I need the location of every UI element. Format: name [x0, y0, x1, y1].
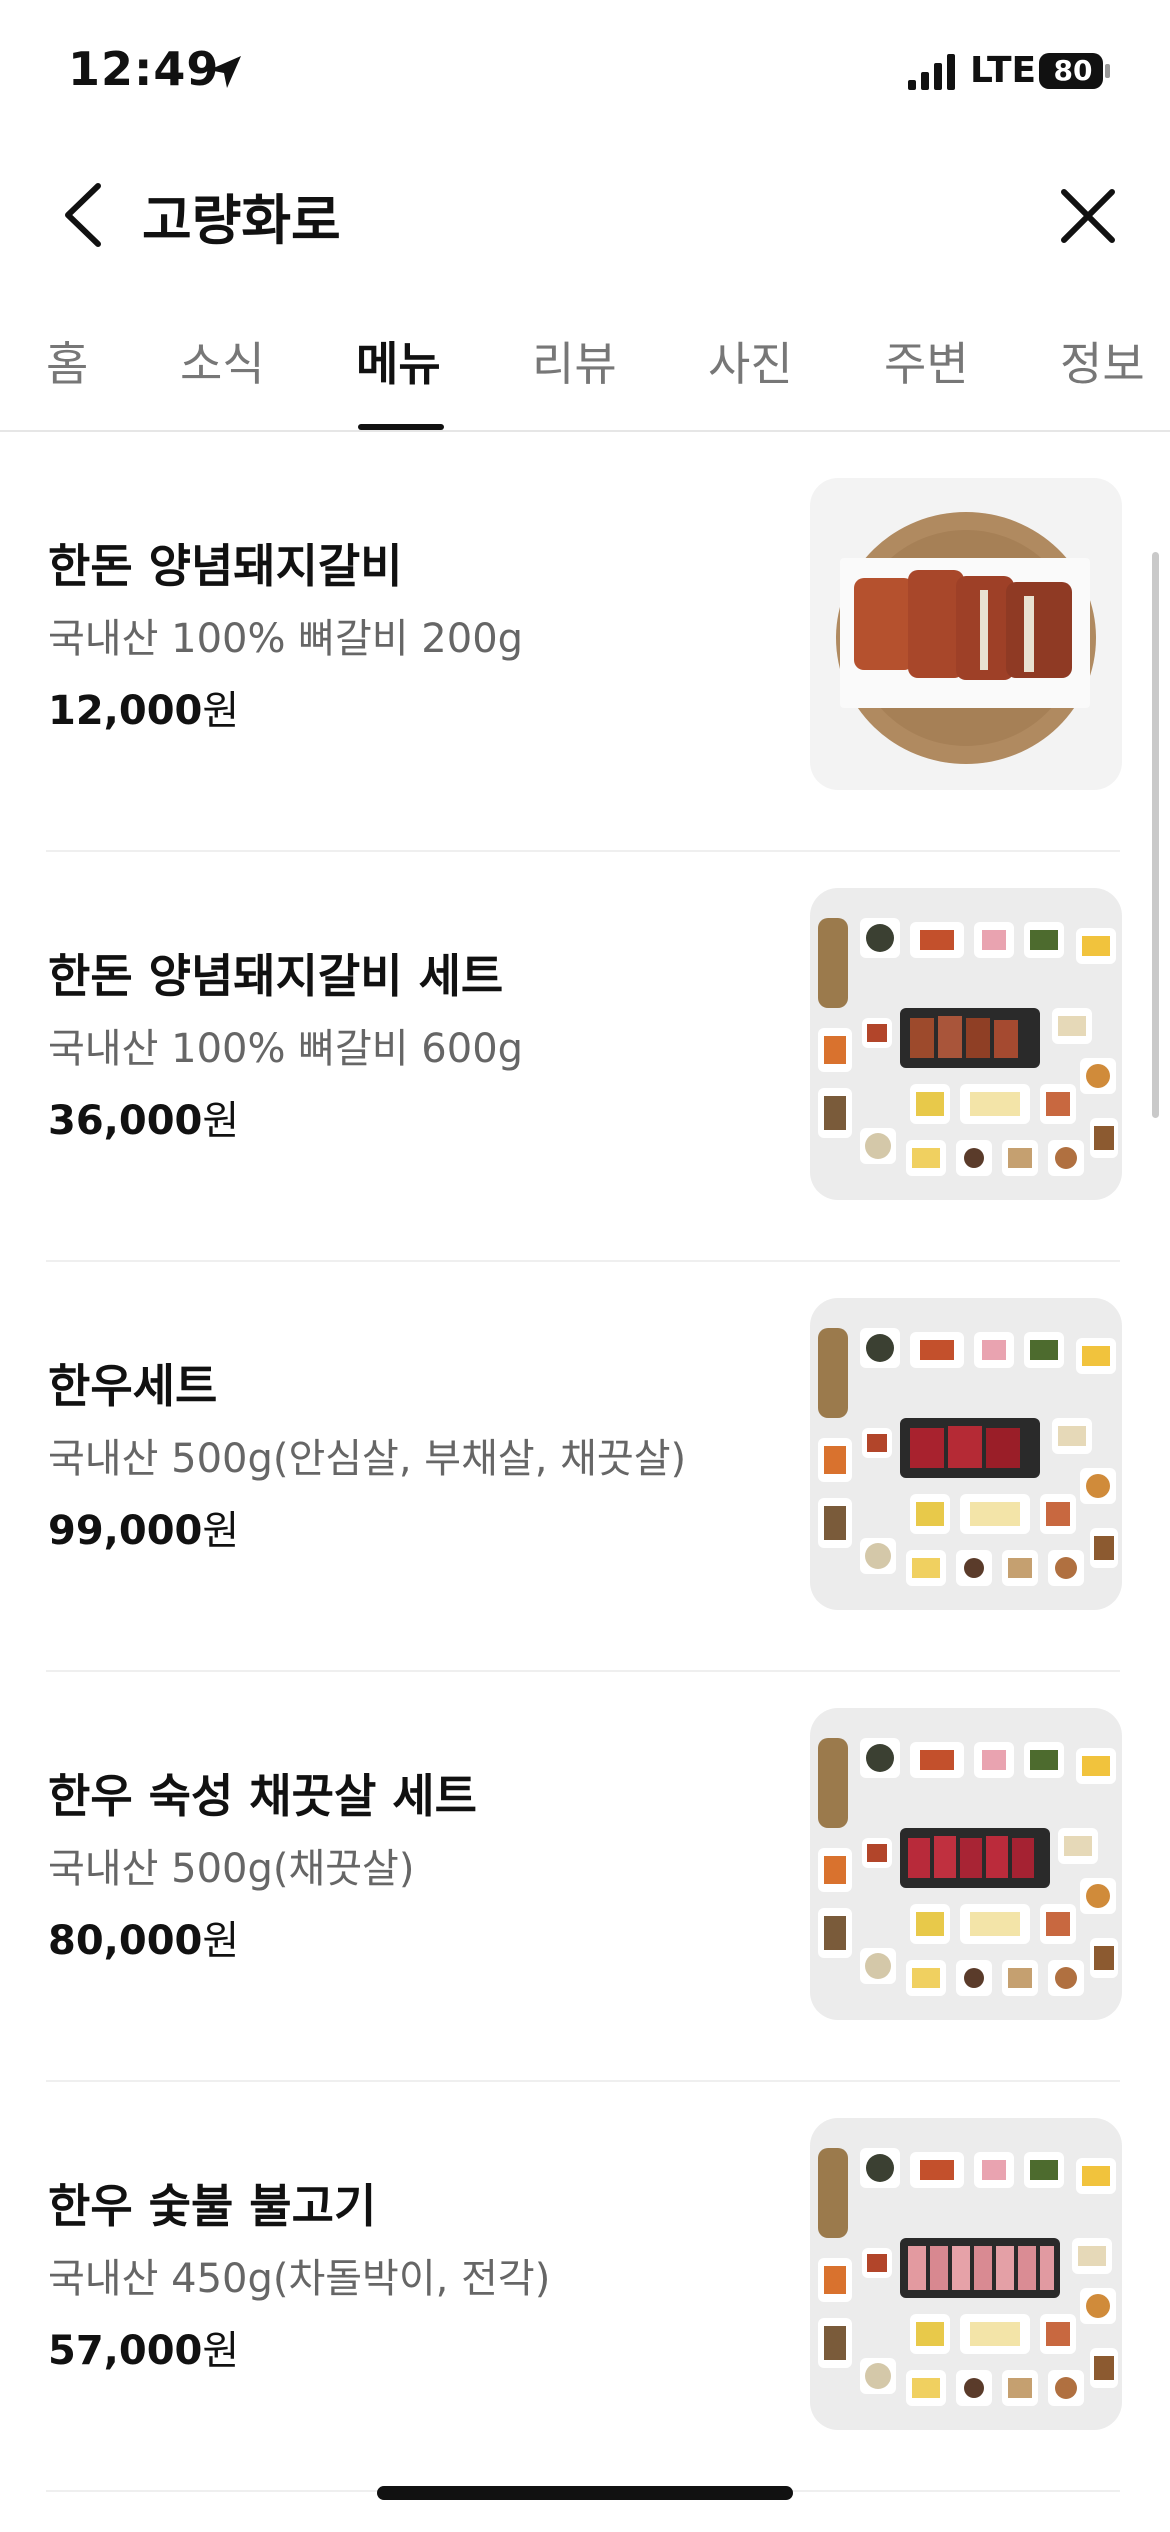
back-button[interactable] [58, 180, 108, 250]
menu-item-name: 한우세트 [48, 1359, 218, 1413]
tab-home[interactable]: 홈 [46, 328, 88, 394]
menu-item-name: 한우 숙성 채끗살 세트 [48, 1769, 477, 1823]
menu-item-price: 57,000원 [48, 2328, 240, 2374]
menu-item-photo[interactable] [810, 1708, 1122, 2020]
menu-item[interactable]: 한돈 양념돼지갈비 국내산 100% 뼈갈비 200g 12,000원 [46, 440, 1122, 852]
menu-item[interactable]: 한돈 양념돼지갈비 세트 국내산 100% 뼈갈비 600g 36,000원 [46, 850, 1122, 1262]
status-time: 12:49 [68, 42, 220, 96]
menu-item-description: 국내산 100% 뼈갈비 600g [48, 1026, 524, 1072]
location-arrow-icon [209, 56, 241, 88]
tab-menu[interactable]: 메뉴 [356, 328, 441, 394]
active-tab-indicator [358, 424, 444, 430]
menu-item-photo[interactable] [810, 1298, 1122, 1610]
tab-news[interactable]: 소식 [180, 328, 265, 394]
menu-item-photo[interactable] [810, 888, 1122, 1200]
menu-item[interactable]: 한우 숙성 채끗살 세트 국내산 500g(채끗살) 80,000원 [46, 1670, 1122, 2082]
tab-bar: 홈 소식 메뉴 리뷰 사진 주변 정보 [0, 318, 1170, 432]
menu-item-price: 99,000원 [48, 1508, 240, 1554]
battery-level: 80 [1053, 54, 1093, 87]
menu-item-description: 국내산 500g(안심살, 부채살, 채끗살) [48, 1436, 687, 1482]
menu-item-price: 12,000원 [48, 688, 240, 734]
menu-item-price: 80,000원 [48, 1918, 240, 1964]
network-type: LTE [970, 50, 1037, 91]
menu-item-description: 국내산 450g(차돌박이, 전각) [48, 2256, 551, 2302]
menu-item[interactable]: 한우 숯불 불고기 국내산 450g(차돌박이, 전각) 57,000원 [46, 2080, 1122, 2492]
menu-item[interactable]: 한우세트 국내산 500g(안심살, 부채살, 채끗살) 99,000원 [46, 1260, 1122, 1672]
home-indicator[interactable] [377, 2486, 793, 2500]
menu-item-photo[interactable] [810, 2118, 1122, 2430]
tab-info[interactable]: 정보 [1060, 328, 1145, 394]
cellular-signal-icon [908, 54, 955, 90]
menu-item-name: 한우 숯불 불고기 [48, 2179, 377, 2233]
tab-nearby[interactable]: 주변 [884, 328, 969, 394]
menu-item-description: 국내산 100% 뼈갈비 200g [48, 616, 524, 662]
tab-photos[interactable]: 사진 [708, 328, 793, 394]
menu-item-name: 한돈 양념돼지갈비 [48, 539, 403, 593]
tab-reviews[interactable]: 리뷰 [532, 328, 617, 394]
menu-item-name: 한돈 양념돼지갈비 세트 [48, 949, 504, 1003]
status-bar: 12:49 LTE 80 [0, 0, 1170, 150]
scroll-indicator[interactable] [1152, 552, 1159, 1118]
menu-item-description: 국내산 500g(채끗살) [48, 1846, 415, 1892]
menu-item-price: 36,000원 [48, 1098, 240, 1144]
page-title: 고량화로 [142, 189, 341, 252]
menu-item-photo[interactable] [810, 478, 1122, 790]
close-button[interactable] [1056, 184, 1120, 248]
